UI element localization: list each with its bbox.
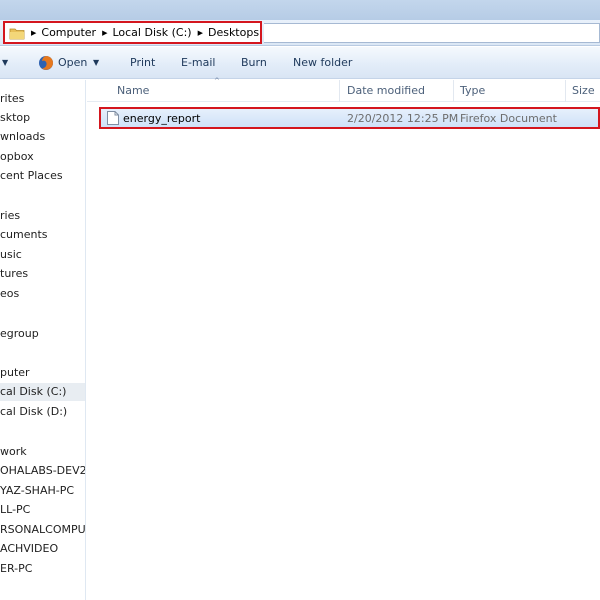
- nav-item-libraries[interactable]: ries: [0, 207, 85, 225]
- address-bar-empty-area[interactable]: [264, 23, 600, 43]
- column-header-date-modified[interactable]: Date modified: [347, 84, 425, 97]
- window-title-bar: [0, 0, 600, 20]
- column-divider[interactable]: [565, 80, 566, 102]
- command-bar: ▼ Open ▼ Print E-mail Burn New folder: [0, 47, 600, 79]
- email-button[interactable]: E-mail: [181, 56, 216, 69]
- nav-item-videos[interactable]: eos: [0, 285, 85, 303]
- file-name[interactable]: energy_report: [123, 112, 200, 125]
- organize-dropdown-arrow-icon[interactable]: ▼: [2, 58, 8, 67]
- nav-item-dropbox[interactable]: opbox: [0, 148, 85, 166]
- address-bar-area: ▶ Computer ▶ Local Disk (C:) ▶ Desktops: [0, 20, 600, 46]
- breadcrumb-separator-icon[interactable]: ▶: [31, 29, 36, 37]
- open-button[interactable]: Open: [58, 56, 87, 69]
- file-date-modified: 2/20/2012 12:25 PM: [347, 112, 459, 125]
- column-divider[interactable]: [339, 80, 340, 102]
- nav-item-desktop[interactable]: sktop: [0, 109, 85, 127]
- sort-caret-icon: ^: [214, 77, 220, 85]
- new-folder-button[interactable]: New folder: [293, 56, 352, 69]
- nav-item-music[interactable]: usic: [0, 246, 85, 264]
- file-type: Firefox Document: [460, 112, 557, 125]
- nav-item-documents[interactable]: cuments: [0, 226, 85, 244]
- address-bar[interactable]: ▶ Computer ▶ Local Disk (C:) ▶ Desktops: [3, 21, 262, 44]
- nav-item-network[interactable]: work: [0, 443, 85, 461]
- nav-item-local-disk-d[interactable]: cal Disk (D:): [0, 403, 85, 421]
- nav-item-network-computer-2[interactable]: YAZ-SHAH-PC: [0, 482, 85, 500]
- column-headers: ^ Name Date modified Type Size: [87, 77, 600, 102]
- breadcrumb-desktops[interactable]: Desktops: [208, 26, 259, 39]
- nav-item-pictures[interactable]: tures: [0, 265, 85, 283]
- nav-item-local-disk-c[interactable]: cal Disk (C:): [0, 383, 85, 401]
- nav-item-recent-places[interactable]: cent Places: [0, 167, 85, 185]
- nav-item-network-computer-4[interactable]: RSONALCOMPUT: [0, 521, 85, 539]
- column-header-type[interactable]: Type: [460, 84, 485, 97]
- column-header-size[interactable]: Size: [572, 84, 595, 97]
- document-icon: [107, 111, 119, 125]
- print-button[interactable]: Print: [130, 56, 155, 69]
- nav-item-favorites[interactable]: rites: [0, 90, 85, 108]
- file-list[interactable]: ^ Name Date modified Type Size energy_re…: [87, 77, 600, 600]
- nav-item-downloads[interactable]: wnloads: [0, 128, 85, 146]
- breadcrumb-local-disk-c[interactable]: Local Disk (C:): [112, 26, 191, 39]
- nav-item-network-computer-6[interactable]: ER-PC: [0, 560, 85, 578]
- nav-item-homegroup[interactable]: egroup: [0, 325, 85, 343]
- breadcrumb-separator-icon[interactable]: ▶: [102, 29, 107, 37]
- nav-item-network-computer-3[interactable]: LL-PC: [0, 501, 85, 519]
- folder-icon: [9, 28, 25, 39]
- table-row[interactable]: energy_report 2/20/2012 12:25 PM Firefox…: [99, 107, 600, 129]
- firefox-icon: [39, 56, 53, 70]
- column-header-name[interactable]: Name: [117, 84, 149, 97]
- breadcrumb-separator-icon[interactable]: ▶: [198, 29, 203, 37]
- nav-item-network-computer-5[interactable]: ACHVIDEO: [0, 540, 85, 558]
- column-divider[interactable]: [453, 80, 454, 102]
- burn-button[interactable]: Burn: [241, 56, 267, 69]
- nav-item-network-computer-1[interactable]: OHALABS-DEV2: [0, 462, 85, 480]
- breadcrumb-computer[interactable]: Computer: [41, 26, 96, 39]
- nav-item-computer[interactable]: puter: [0, 364, 85, 382]
- open-dropdown-arrow-icon[interactable]: ▼: [93, 58, 99, 67]
- navigation-pane[interactable]: rites sktop wnloads opbox cent Places ri…: [0, 80, 86, 600]
